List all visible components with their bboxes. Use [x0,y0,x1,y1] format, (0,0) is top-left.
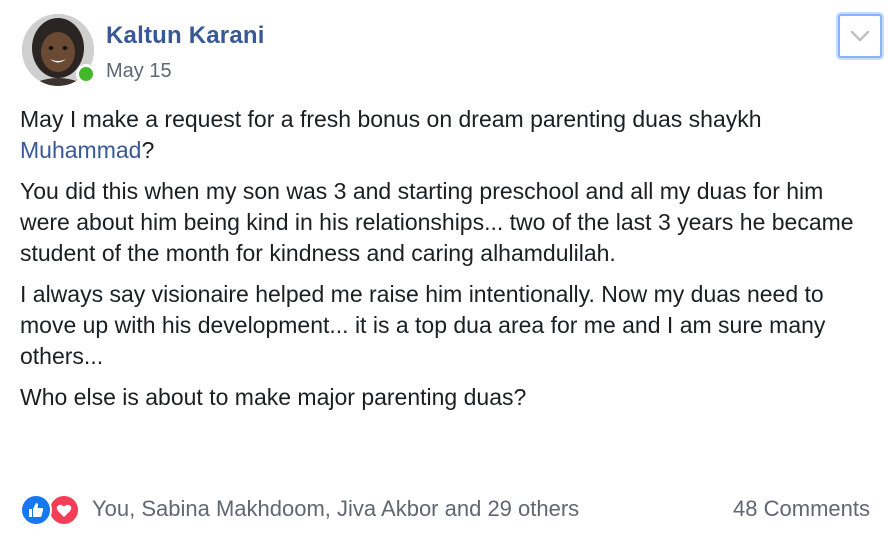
like-icon [20,494,52,526]
avatar-wrapper[interactable] [22,14,96,86]
post-text: May I make a request for a fresh bonus o… [20,106,762,132]
author-name[interactable]: Kaltun Karani [106,22,265,50]
love-icon [48,494,80,526]
heart-icon [56,504,72,517]
post-footer: You, Sabina Makhdoom, Jiva Akbor and 29 … [20,490,870,530]
reaction-icons[interactable] [20,494,84,526]
comments-count[interactable]: 48 Comments [733,496,870,522]
post-date[interactable]: May 15 [106,60,172,83]
post-body: May I make a request for a fresh bonus o… [20,104,878,423]
mention-link[interactable]: Muhammad [20,137,141,163]
post-paragraph-4: Who else is about to make major parentin… [20,384,527,410]
post-paragraph-3: I always say visionaire helped me raise … [20,281,826,369]
thumbs-up-icon [29,503,44,517]
online-status-indicator [76,64,96,84]
post-paragraph-2: You did this when my son was 3 and start… [20,178,854,266]
chevron-down-icon [850,30,870,42]
post-header: Kaltun Karani May 15 [22,14,882,94]
post-paragraph-1: May I make a request for a fresh bonus o… [20,104,878,166]
reactors-summary[interactable]: You, Sabina Makhdoom, Jiva Akbor and 29 … [92,496,579,522]
post-options-button[interactable] [838,14,882,58]
post-text: ? [141,137,155,163]
